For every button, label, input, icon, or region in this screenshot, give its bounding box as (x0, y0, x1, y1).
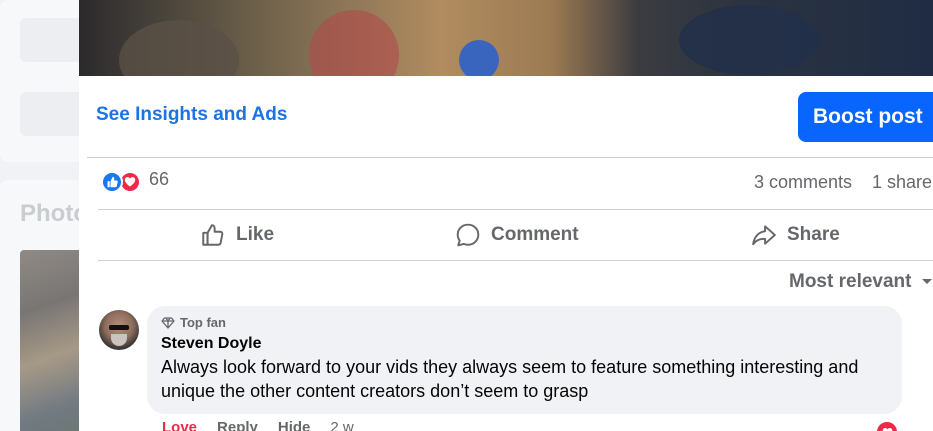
comment-timestamp[interactable]: 2 w (330, 419, 353, 431)
comment-hide-button[interactable]: Hide (278, 419, 311, 431)
like-button[interactable]: Like (200, 222, 274, 248)
see-insights-link[interactable]: See Insights and Ads (96, 104, 287, 126)
chevron-down-icon (922, 279, 933, 284)
share-icon (752, 225, 776, 246)
top-fan-badge: Top fan (161, 315, 888, 330)
divider (87, 157, 933, 158)
post-modal: See Insights and Ads Boost post 66 3 com… (79, 0, 933, 431)
share-button[interactable]: Share (751, 222, 840, 248)
shares-count[interactable]: 1 share (872, 172, 932, 193)
post-image[interactable] (79, 0, 933, 76)
comment-button[interactable]: Comment (455, 222, 579, 248)
avatar[interactable] (99, 310, 139, 350)
diamond-icon (161, 316, 175, 329)
comment-text: Always look forward to your vids they al… (161, 357, 859, 401)
comment-reply-button[interactable]: Reply (217, 419, 258, 431)
comments-count[interactable]: 3 comments (754, 172, 852, 193)
comment-icon (456, 223, 480, 247)
comment-button-label: Comment (491, 224, 579, 245)
background-card-top (0, 0, 90, 162)
top-fan-label: Top fan (180, 315, 226, 330)
sort-label: Most relevant (789, 271, 912, 292)
comment-author[interactable]: Steven Doyle (161, 335, 888, 353)
thumbs-up-icon (202, 224, 224, 246)
comment-love-button[interactable]: Love (162, 419, 197, 431)
boost-post-button[interactable]: Boost post (798, 92, 933, 142)
avatar-beard (111, 334, 127, 346)
comment-sort-dropdown[interactable]: Most relevant (789, 271, 933, 293)
reaction-count: 66 (149, 168, 170, 189)
share-button-label: Share (787, 224, 840, 245)
avatar-glasses (109, 325, 129, 330)
reactions-summary[interactable]: 66 (101, 168, 170, 193)
background-photos-title: Photo (20, 200, 88, 227)
like-reaction-icon (101, 171, 123, 193)
divider (98, 260, 933, 261)
comment-bubble: Top fan Steven Doyle Always look forward… (147, 306, 902, 414)
divider (98, 209, 933, 210)
love-reaction-icon (875, 420, 899, 431)
like-button-label: Like (236, 224, 275, 245)
comment-actions: Love Reply Hide 2 w (162, 419, 354, 431)
